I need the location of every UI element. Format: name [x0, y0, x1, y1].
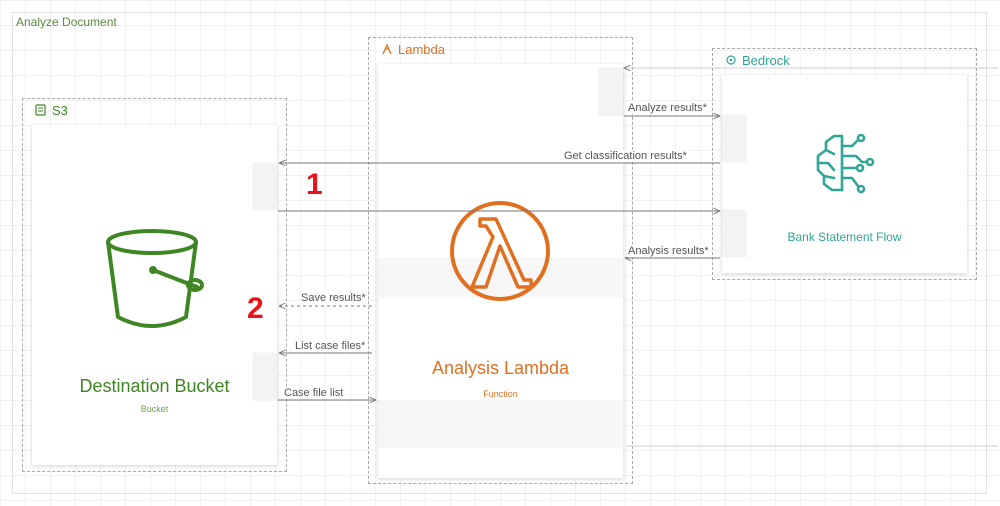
label-case-file-list: Case file list — [283, 387, 345, 399]
step-marker-2: 2 — [247, 292, 264, 325]
step-marker-1: 1 — [306, 168, 323, 201]
label-save-results: Save results* — [300, 292, 367, 304]
label-get-classification-results: Get classification results* — [563, 150, 688, 162]
label-analyze-results: Analyze results* — [627, 102, 708, 114]
label-analysis-results: Analysis results* — [627, 245, 710, 257]
label-list-case-files: List case files* — [294, 340, 367, 352]
connector-layer — [278, 0, 1000, 506]
